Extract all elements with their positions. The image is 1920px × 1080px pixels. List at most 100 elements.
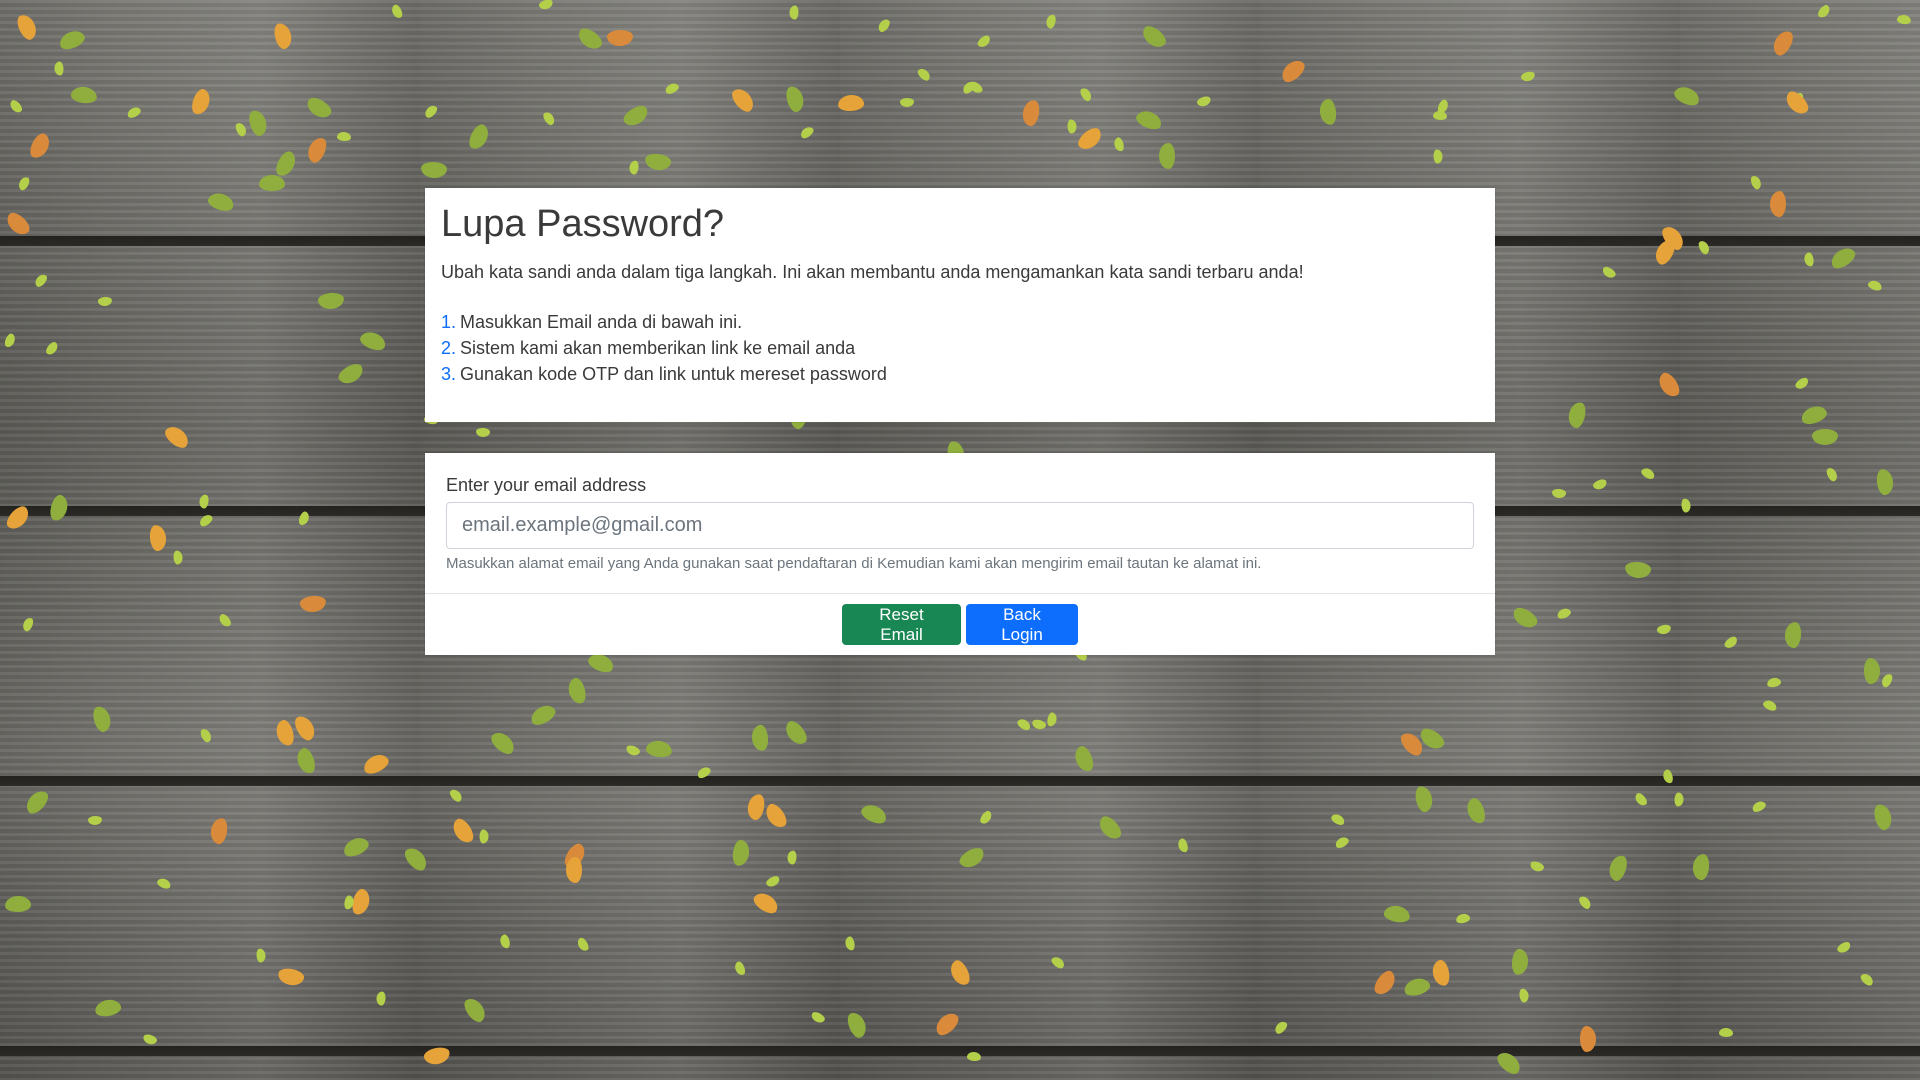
email-help-text: Masukkan alamat email yang Anda gunakan …: [446, 555, 1262, 572]
leaf-decoration: [1799, 403, 1829, 427]
leaf-decoration: [1071, 743, 1097, 775]
leaf-decoration: [731, 839, 751, 867]
leaf-decoration: [1078, 86, 1094, 103]
leaf-decoration: [527, 701, 559, 729]
leaf-decoration: [575, 936, 591, 953]
leaf-decoration: [809, 1010, 827, 1025]
leaf-decoration: [1528, 859, 1546, 874]
leaf-decoration: [1824, 466, 1840, 483]
leaf-decoration: [541, 110, 557, 127]
leaf-decoration: [449, 815, 477, 847]
leaf-decoration: [198, 727, 214, 744]
leaf-decoration: [246, 108, 270, 138]
leaf-decoration: [299, 594, 327, 614]
leaf-decoration: [1866, 278, 1884, 293]
leaf-decoration: [54, 61, 64, 76]
leaf-decoration: [125, 105, 143, 120]
leaf-decoration: [475, 427, 491, 438]
leaf-decoration: [360, 750, 392, 778]
leaf-decoration: [1871, 802, 1895, 832]
leaf-decoration: [1790, 91, 1806, 108]
leaf-decoration: [1761, 698, 1779, 713]
back-login-button[interactable]: Back Login: [966, 604, 1078, 645]
leaf-decoration: [1782, 88, 1812, 118]
leaf-decoration: [14, 11, 40, 43]
leaf-decoration: [1718, 1027, 1734, 1038]
leaf-decoration: [1639, 466, 1657, 481]
leaf-decoration: [606, 29, 634, 47]
email-field[interactable]: [446, 502, 1474, 549]
form-divider: [425, 593, 1495, 594]
leaf-decoration: [16, 175, 32, 192]
leaf-decoration: [3, 209, 33, 239]
info-card: Lupa Password? Ubah kata sandi anda dala…: [425, 188, 1495, 422]
leaf-decoration: [978, 809, 994, 826]
leaf-decoration: [93, 997, 123, 1019]
leaf-decoration: [172, 550, 184, 565]
leaf-decoration: [537, 0, 555, 11]
leaf-decoration: [1656, 623, 1672, 636]
leaf-decoration: [87, 815, 103, 826]
leaf-decoration: [620, 102, 652, 130]
leaf-decoration: [340, 834, 372, 860]
leaf-decoration: [764, 874, 782, 889]
leaf-decoration: [1329, 812, 1347, 827]
leaf-decoration: [1074, 124, 1106, 154]
leaf-decoration: [189, 87, 213, 117]
reset-form: Enter your email address Masukkan alamat…: [425, 453, 1495, 655]
leaf-decoration: [1680, 498, 1692, 513]
leaf-decoration: [1749, 174, 1763, 191]
leaf-decoration: [1875, 468, 1895, 496]
reset-email-button[interactable]: Reset Email: [842, 604, 961, 645]
leaf-decoration: [1722, 634, 1740, 651]
email-label: Enter your email address: [446, 475, 647, 495]
leaf-decoration: [561, 840, 589, 872]
leaf-decoration: [781, 717, 811, 749]
leaf-decoration: [1138, 22, 1170, 52]
leaf-decoration: [1879, 672, 1895, 689]
leaf-decoration: [206, 190, 236, 214]
leaf-decoration: [695, 764, 713, 781]
leaf-decoration: [498, 933, 512, 950]
leaf-decoration: [1455, 912, 1471, 925]
leaf-decoration: [1432, 110, 1448, 121]
step-number: 2.: [441, 337, 457, 358]
leaf-decoration: [975, 33, 993, 50]
leaf-decoration: [783, 84, 807, 114]
list-item: 3. Gunakan kode OTP dan link untuk merese…: [441, 361, 1479, 387]
list-item: 1. Masukkan Email anda di bawah ini.: [441, 309, 1479, 335]
leaf-decoration: [161, 422, 193, 452]
leaf-decoration: [967, 79, 985, 96]
leaf-decoration: [198, 493, 210, 510]
leaf-decoration: [56, 27, 88, 53]
leaf-decoration: [479, 829, 489, 844]
leaf-decoration: [663, 81, 681, 96]
leaf-decoration: [1370, 967, 1400, 999]
leaf-decoration: [644, 152, 672, 172]
leaf-decoration: [1750, 799, 1768, 814]
list-item: 2. Sistem kami akan memberikan link ke em…: [441, 335, 1479, 361]
leaf-decoration: [26, 130, 54, 162]
leaf-decoration: [1696, 239, 1712, 256]
leaf-decoration: [1518, 987, 1530, 1004]
leaf-decoration: [148, 524, 168, 552]
leaf-decoration: [233, 121, 249, 138]
leaf-decoration: [761, 800, 791, 832]
leaf-decoration: [447, 787, 465, 804]
leaf-decoration: [750, 889, 782, 917]
leaf-decoration: [1812, 429, 1838, 445]
leaf-decoration: [376, 991, 386, 1006]
leaf-decoration: [645, 739, 673, 759]
leaf-decoration: [1783, 621, 1803, 649]
leaf-decoration: [336, 131, 352, 142]
leaf-decoration: [217, 612, 233, 629]
leaf-decoration: [1651, 236, 1679, 268]
leaf-decoration: [349, 887, 373, 917]
leaf-decoration: [1095, 812, 1125, 844]
leaf-decoration: [1766, 676, 1782, 689]
leaf-decoration: [1510, 948, 1530, 976]
leaf-decoration: [1658, 222, 1688, 254]
step-number: 1.: [441, 311, 457, 332]
leaf-decoration: [1863, 657, 1881, 685]
leaf-decoration: [1318, 98, 1338, 126]
